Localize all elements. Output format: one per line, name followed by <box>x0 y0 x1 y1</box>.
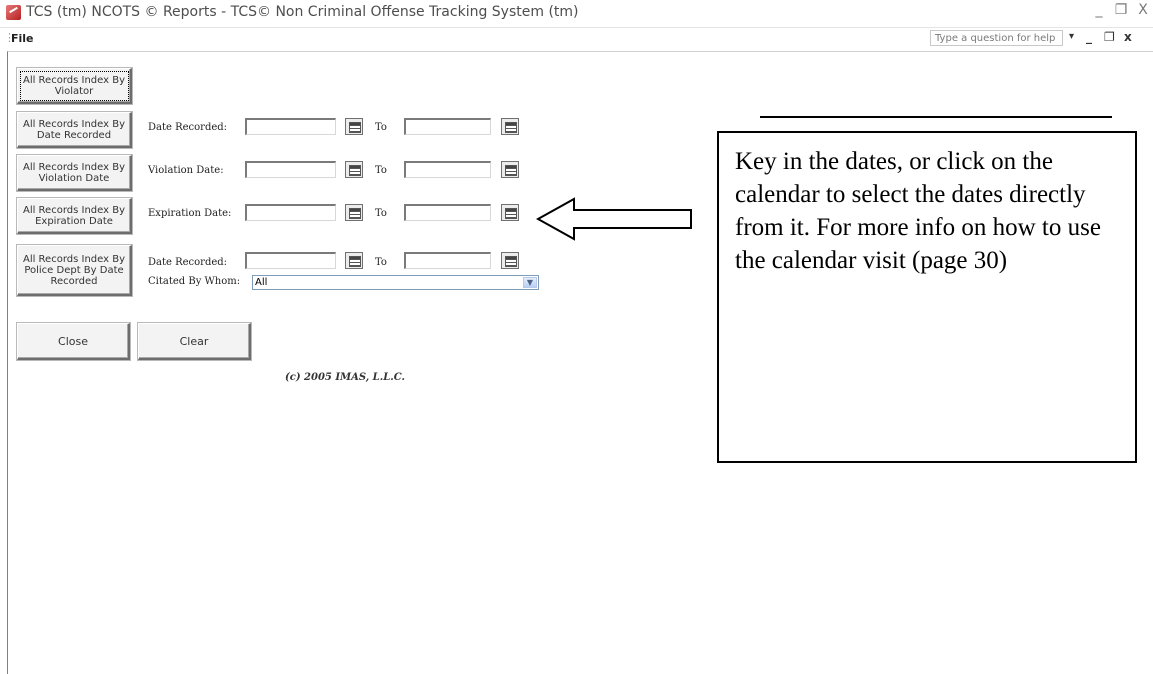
expiration-date-from-field[interactable] <box>245 204 336 221</box>
calendar-icon[interactable] <box>501 252 519 269</box>
menu-bar: ⋮ File Type a question for help ▾ _ ❐ x <box>0 28 1153 50</box>
help-dropdown-icon[interactable]: ▾ <box>1069 31 1074 42</box>
expiration-date-to-field[interactable] <box>404 204 491 221</box>
calendar-icon[interactable] <box>345 118 363 135</box>
by-expiration-date-button[interactable]: All Records Index By Expiration Date <box>17 198 132 234</box>
by-violator-button[interactable]: All Records Index By Violator <box>17 68 132 104</box>
callout-divider <box>760 116 1112 118</box>
calendar-icon[interactable] <box>501 204 519 221</box>
violation-date-to-field[interactable] <box>404 161 491 178</box>
help-search-input[interactable]: Type a question for help <box>930 30 1063 46</box>
citated-by-label: Citated By Whom: <box>148 276 241 287</box>
calendar-icon[interactable] <box>345 161 363 178</box>
maximize-button[interactable]: ❐ <box>1112 2 1130 18</box>
close-button[interactable]: Close <box>17 323 130 360</box>
by-date-recorded-button[interactable]: All Records Index By Date Recorded <box>17 112 132 148</box>
doc-restore-button[interactable]: ❐ <box>1104 30 1115 44</box>
calendar-icon[interactable] <box>345 252 363 269</box>
police-date-recorded-label: Date Recorded: <box>148 257 228 268</box>
left-arrow-icon <box>536 197 692 241</box>
calendar-icon[interactable] <box>501 118 519 135</box>
clear-button[interactable]: Clear <box>138 323 251 360</box>
police-date-from-field[interactable] <box>245 252 336 269</box>
violation-date-from-field[interactable] <box>245 161 336 178</box>
title-bar: TCS (tm) NCOTS © Reports - TCS© Non Crim… <box>0 0 1153 28</box>
doc-close-button[interactable]: x <box>1124 30 1132 44</box>
close-window-button[interactable]: X <box>1134 2 1152 18</box>
to-label: To <box>375 165 387 176</box>
app-icon <box>6 5 21 20</box>
to-label: To <box>375 208 387 219</box>
chevron-down-icon[interactable]: ▼ <box>523 277 537 288</box>
callout-box: Key in the dates, or click on the calend… <box>717 131 1137 463</box>
by-violation-date-button[interactable]: All Records Index By Violation Date <box>17 155 132 191</box>
to-label: To <box>375 122 387 133</box>
window-title: TCS (tm) NCOTS © Reports - TCS© Non Crim… <box>26 4 579 20</box>
copyright-text: (c) 2005 IMAS, L.L.C. <box>285 372 405 383</box>
citated-by-value: All <box>255 277 268 288</box>
date-recorded-to-field[interactable] <box>404 118 491 135</box>
minimize-button[interactable]: _ <box>1090 2 1108 18</box>
police-date-to-field[interactable] <box>404 252 491 269</box>
callout-text: Key in the dates, or click on the calend… <box>735 148 1101 274</box>
expiration-date-label: Expiration Date: <box>148 208 232 219</box>
date-recorded-from-field[interactable] <box>245 118 336 135</box>
calendar-icon[interactable] <box>345 204 363 221</box>
by-police-dept-button[interactable]: All Records Index By Police Dept By Date… <box>17 245 132 296</box>
doc-minimize-button[interactable]: _ <box>1086 30 1092 44</box>
citated-by-select[interactable]: All ▼ <box>252 275 539 290</box>
calendar-icon[interactable] <box>501 161 519 178</box>
menu-file[interactable]: File <box>11 32 34 45</box>
violation-date-label: Violation Date: <box>148 165 224 176</box>
date-recorded-label: Date Recorded: <box>148 122 228 133</box>
to-label: To <box>375 257 387 268</box>
